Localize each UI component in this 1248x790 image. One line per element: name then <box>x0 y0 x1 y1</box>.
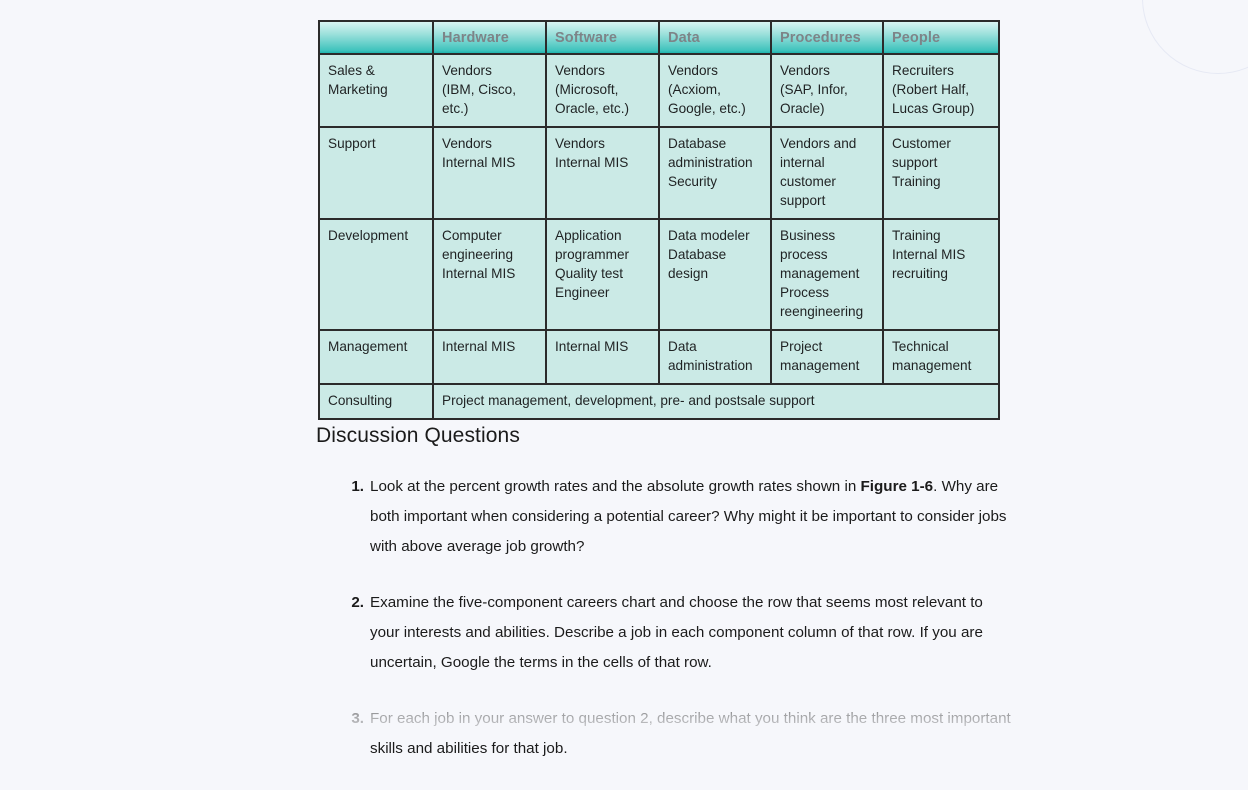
discussion-questions-section: Discussion Questions 1. Look at the perc… <box>316 424 1016 790</box>
table-row: Consulting Project management, developme… <box>319 384 999 419</box>
column-header-software: Software <box>546 21 660 55</box>
list-item: 1. Look at the percent growth rates and … <box>316 472 1016 562</box>
cell-sales-procedures: Vendors (SAP, Infor, Oracle) <box>771 54 884 128</box>
table-row: Support Vendors Internal MIS Vendors Inter… <box>319 127 999 220</box>
column-header-data: Data <box>659 21 772 55</box>
cell-management-procedures: Project management <box>771 330 884 385</box>
cell-support-people: Customer support Training <box>883 127 999 220</box>
discussion-questions-heading: Discussion Questions <box>316 424 520 447</box>
cell-sales-data: Vendors (Acxiom, Google, etc.) <box>659 54 772 128</box>
table-header: Hardware Software Data Procedures People <box>319 21 999 55</box>
row-label-sales-marketing: Sales & Marketing <box>319 54 434 128</box>
row-label-management: Management <box>319 330 434 385</box>
table-header-row: Hardware Software Data Procedures People <box>319 21 999 55</box>
list-item: 3. For each job in your answer to questi… <box>316 704 1016 764</box>
page-edge-arc-decoration <box>1142 0 1248 74</box>
cell-development-software: Application programmer Quality test Enginee… <box>546 219 660 331</box>
cell-management-people: Technical management <box>883 330 999 385</box>
five-component-careers-figure: Hardware Software Data Procedures People… <box>318 20 1000 420</box>
table-body: Sales & Marketing Vendors (IBM, Cisco, etc.… <box>319 54 999 419</box>
row-label-consulting: Consulting <box>319 384 434 419</box>
cell-development-data: Data modeler Database design <box>659 219 772 331</box>
cell-sales-people: Recruiters (Robert Half, Lucas Group) <box>883 54 999 128</box>
cell-sales-hardware: Vendors (IBM, Cisco, etc.) <box>433 54 547 128</box>
cell-support-data: Database administration Security <box>659 127 772 220</box>
cell-development-hardware: Computer engineering Internal MIS <box>433 219 547 331</box>
careers-table: Hardware Software Data Procedures People… <box>318 20 1000 420</box>
cell-management-data: Data administration <box>659 330 772 385</box>
cell-support-procedures: Vendors and internal customer support <box>771 127 884 220</box>
cell-sales-software: Vendors (Microsoft, Oracle, etc.) <box>546 54 660 128</box>
cell-development-procedures: Business process management Process reengine… <box>771 219 884 331</box>
discussion-questions-list: 1. Look at the percent growth rates and … <box>316 472 1016 764</box>
cell-support-hardware: Vendors Internal MIS <box>433 127 547 220</box>
cell-management-hardware: Internal MIS <box>433 330 547 385</box>
table-row: Sales & Marketing Vendors (IBM, Cisco, etc.… <box>319 54 999 128</box>
row-label-support: Support <box>319 127 434 220</box>
column-header-procedures: Procedures <box>771 21 884 55</box>
column-header-people: People <box>883 21 999 55</box>
question-number: 2. <box>351 594 364 611</box>
list-item: 2. Examine the five-component careers ch… <box>316 588 1016 678</box>
cell-management-software: Internal MIS <box>546 330 660 385</box>
column-header-hardware: Hardware <box>433 21 547 55</box>
cell-development-people: Training Internal MIS recruiting <box>883 219 999 331</box>
question-text: For each job in your answer to question … <box>370 710 1011 757</box>
question-number: 3. <box>351 710 364 727</box>
question-text: Examine the five-component careers chart… <box>370 594 983 671</box>
table-row: Development Computer engineering Internal … <box>319 219 999 331</box>
table-row: Management Internal MIS Internal MIS Dat… <box>319 330 999 385</box>
cell-support-software: Vendors Internal MIS <box>546 127 660 220</box>
question-text: Look at the percent growth rates and the… <box>370 478 1007 555</box>
question-number: 1. <box>351 478 364 495</box>
row-label-development: Development <box>319 219 434 331</box>
cell-consulting-span: Project management, development, pre- an… <box>433 384 999 419</box>
column-header-corner <box>319 21 434 55</box>
